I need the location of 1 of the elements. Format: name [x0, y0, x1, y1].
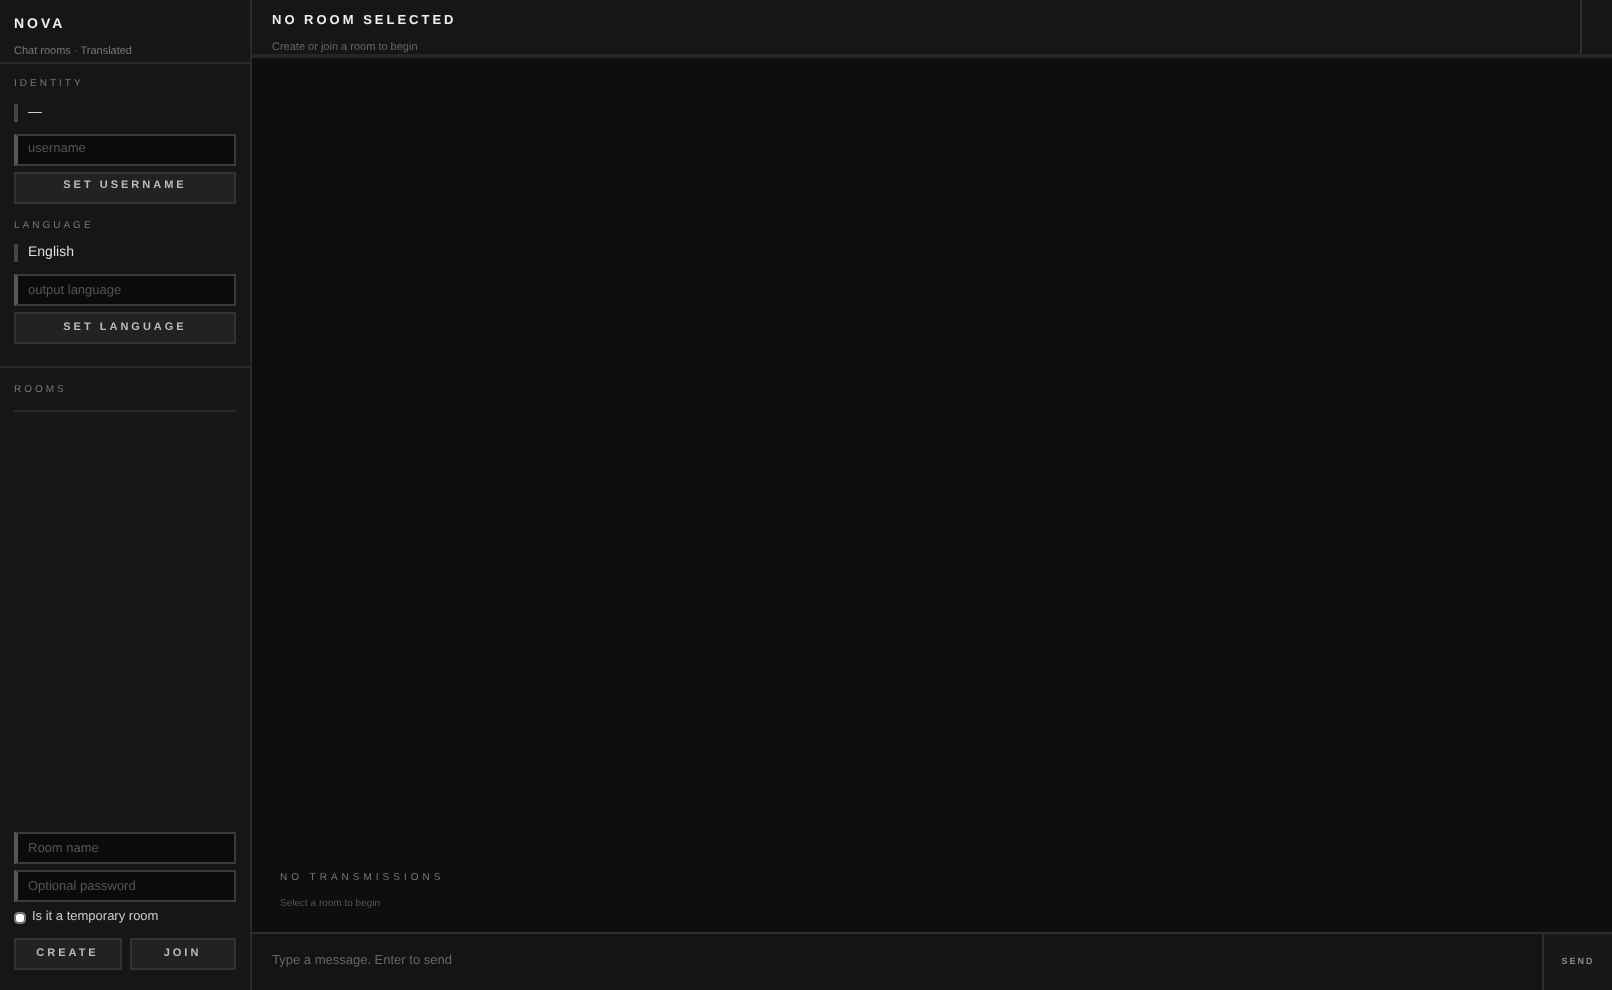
temporary-checkbox[interactable] [14, 912, 26, 925]
